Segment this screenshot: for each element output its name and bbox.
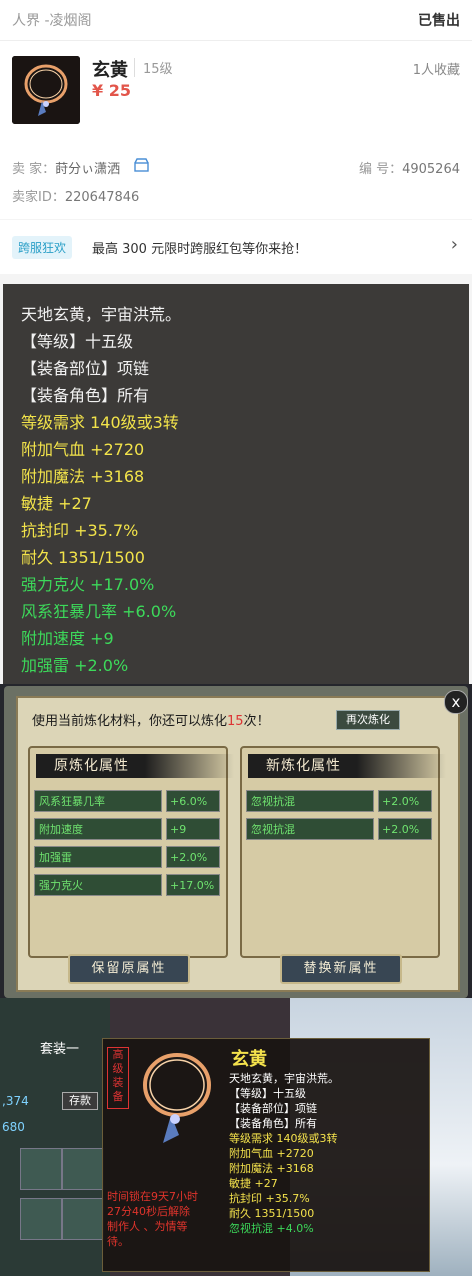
refine-message-text: 使用当前炼化材料，你还可以炼化 [32,714,228,729]
refine-message: 使用当前炼化材料，你还可以炼化15次！ [32,710,270,729]
tooltip-stat-line: 【装备部位】项链 [229,1102,317,1115]
advanced-equipment-tag: 高级装备 [107,1047,129,1109]
server-name: 人界 -凌烟阁 [12,13,92,29]
tooltip-stat-line: 【等级】十五级 [229,1087,306,1100]
tooltip-stat-line: 【装备角色】所有 [229,1117,317,1130]
keep-original-button[interactable]: 保留原属性 [68,954,190,984]
inventory-slot[interactable] [62,1198,104,1240]
tooltip-item-name: 玄黄 [231,1049,267,1070]
tooltip-stat-line: 附加气血 +2720 [229,1147,314,1160]
refine-prop-value: +9 [166,818,220,840]
refine-prop-value: +6.0% [166,790,220,812]
stat-line: 【装备部位】项链 [21,359,150,378]
original-props-title: 原炼化属性 [36,754,234,778]
new-props-box: 新炼化属性 忽视抗混 +2.0% 忽视抗混 +2.0% [240,746,446,958]
stat-line: 加强雷 +2.0% [21,656,129,675]
refine-prop-name: 风系狂暴几率 [34,790,162,812]
stat-line: 附加魔法 +3168 [21,467,145,486]
tooltip-stat-line: 敏捷 +27 [229,1177,278,1190]
refine-prop-value: +2.0% [378,818,432,840]
inventory-slot[interactable] [62,1148,104,1190]
item-stats-panel: 天地玄黄，宇宙洪荒。 【等级】十五级 【装备部位】项链 【装备角色】所有等级需求 14… [3,284,469,684]
stat-line: 敏捷 +27 [21,494,92,513]
refine-prop-row: 忽视抗混 +2.0% [246,790,434,812]
refine-prop-name: 附加速度 [34,818,162,840]
stat-line: 附加气血 +2720 [21,440,145,459]
tooltip-stat-line: 天地玄黄，宇宙洪荒。 [229,1072,339,1085]
stat-line: 【等级】十五级 [21,332,134,351]
necklace-icon [143,1053,211,1143]
tooltip-lock-line: 制作人 、为情等 [107,1220,188,1233]
refine-prop-row: 附加速度 +9 [34,818,222,840]
original-props-box: 原炼化属性 风系狂暴几率 +6.0% 附加速度 +9 加强雷 +2.0% 强力克火 +17.0… [28,746,234,958]
refine-count: 15 [227,714,244,729]
stat-line: 耐久 1351/1500 [21,548,145,567]
promo-tag: 跨服狂欢 [12,236,73,259]
refine-prop-row: 强力克火 +17.0% [34,874,222,896]
refine-prop-row: 加强雷 +2.0% [34,846,222,868]
stat-line: 【装备角色】所有 [21,386,150,405]
favorite-count[interactable]: 1人收藏 [413,59,460,78]
serial-number: 4905264 [402,162,460,177]
stat-line: 抗封印 +35.7% [21,521,139,540]
tooltip-stat-line: 忽视抗混 +4.0% [229,1222,314,1235]
refine-message-suffix: 次！ [243,714,270,729]
refine-prop-name: 忽视抗混 [246,790,374,812]
seller-id-row: 卖家ID：220647846 [12,186,139,205]
serial-row: 编 号：4905264 [359,158,460,177]
inventory-slot[interactable] [20,1148,62,1190]
tooltip-stat-line: 耐久 1351/1500 [229,1207,315,1220]
item-level: 15级 [134,58,173,77]
item-thumbnail[interactable] [12,56,80,124]
inventory-panel: 套装一 ,374 存款 680 [0,998,110,1276]
item-tooltip: 高级装备 玄黄 天地玄黄，宇宙洪荒。 【等级】十五级 【装备部位】项链 【装备角色】所… [102,1038,430,1272]
serial-label: 编 号： [358,162,403,177]
inventory-slot[interactable] [20,1198,62,1240]
promo-text: 最高 300 元限时跨服红包等你来抢！ [92,242,308,257]
close-icon[interactable]: x [444,690,468,714]
coordinate-readout: ,374 [2,1094,29,1108]
money-readout: 680 [2,1120,25,1134]
refine-prop-value: +17.0% [166,874,220,896]
top-bar: 人界 -凌烟阁 已售出 [0,0,472,41]
chevron-right-icon[interactable]: › [451,234,458,255]
promo-banner[interactable]: 跨服狂欢 最高 300 元限时跨服红包等你来抢！ › [0,220,472,274]
replace-new-button[interactable]: 替换新属性 [280,954,402,984]
tooltip-lock-line: 待。 [107,1235,129,1248]
item-price: ¥ 25 [92,81,131,100]
seller-name[interactable]: 莳分ぃ潇洒 [55,162,120,177]
necklace-icon [12,56,80,124]
stat-line: 风系狂暴几率 +6.0% [21,602,177,621]
seller-id-label: 卖家ID： [12,190,65,205]
refine-prop-name: 加强雷 [34,846,162,868]
refine-prop-name: 强力克火 [34,874,162,896]
tooltip-stat-line: 抗封印 +35.7% [229,1192,310,1205]
stat-line: 等级需求 140级或3转 [21,413,179,432]
suit-label[interactable]: 套装一 [40,1038,79,1057]
sold-status: 已售出 [418,13,460,29]
refine-dialog-body: 使用当前炼化材料，你还可以炼化15次！ 再次炼化 原炼化属性 风系狂暴几率 +6.… [16,696,460,992]
refine-prop-value: +2.0% [166,846,220,868]
refine-prop-value: +2.0% [378,790,432,812]
stat-line: 天地玄黄，宇宙洪荒。 [21,305,182,324]
refine-prop-row: 风系狂暴几率 +6.0% [34,790,222,812]
shop-icon[interactable] [134,158,149,172]
stat-line: 附加速度 +9 [21,629,114,648]
tooltip-lock-line: 时间锁在9天7小时 [107,1190,198,1203]
new-props-title: 新炼化属性 [248,754,446,778]
refine-prop-row: 忽视抗混 +2.0% [246,818,434,840]
seller-row: 卖 家：莳分ぃ潇洒 [12,158,120,177]
item-card: 玄黄 15级 ¥ 25 1人收藏 卖 家：莳分ぃ潇洒 编 号：4905264 卖… [0,41,472,219]
refine-prop-name: 忽视抗混 [246,818,374,840]
refine-again-button[interactable]: 再次炼化 [336,710,400,730]
seller-label: 卖 家： [12,162,56,177]
stat-line: 强力克火 +17.0% [21,575,155,594]
deposit-button[interactable]: 存款 [62,1092,98,1110]
tooltip-lock-line: 27分40秒后解除 [107,1205,190,1218]
seller-id: 220647846 [64,190,140,205]
item-name: 玄黄 [92,60,128,81]
refine-dialog: 使用当前炼化材料，你还可以炼化15次！ 再次炼化 原炼化属性 风系狂暴几率 +6.… [4,686,468,998]
tooltip-stat-line: 附加魔法 +3168 [229,1162,314,1175]
tooltip-stat-line: 等级需求 140级或3转 [229,1132,338,1145]
